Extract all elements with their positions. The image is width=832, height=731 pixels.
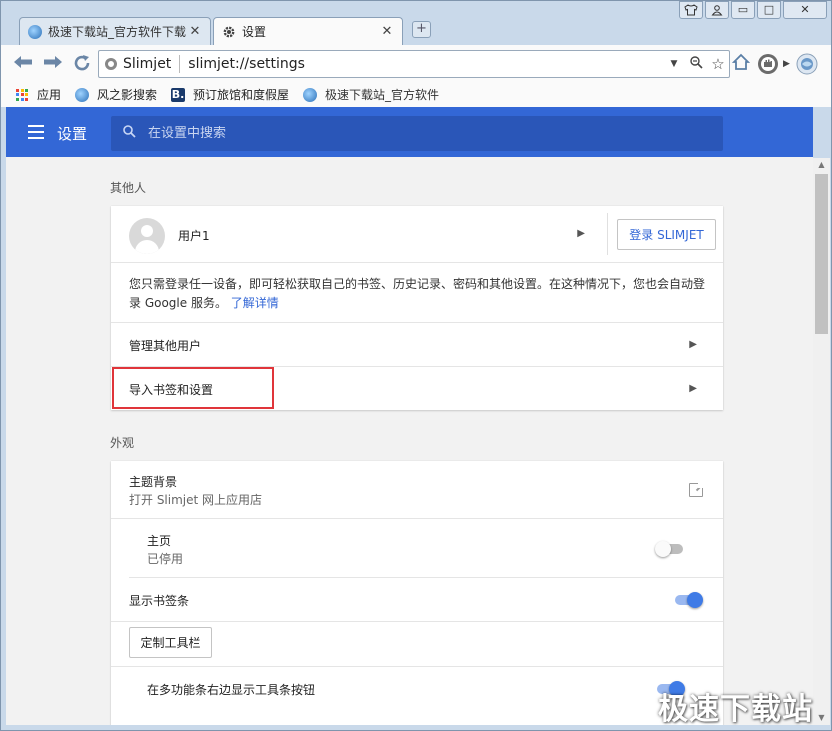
page-scrollbar[interactable]: ▲ ▼ xyxy=(813,158,830,725)
globe-favicon-icon xyxy=(28,24,42,39)
bookmarks-bar-row: 显示书签条 xyxy=(111,578,723,622)
bookmark-fengzhiying[interactable]: 风之影搜索 xyxy=(75,86,157,103)
theme-label: 主题背景 xyxy=(129,475,178,489)
bookmark-booking[interactable]: B. 预订旅馆和度假屋 xyxy=(171,86,289,103)
bookmark-apps[interactable]: 应用 xyxy=(15,86,61,103)
settings-page: 设置 其他人 用户1 ▶ 登录 SLIMJET 您只需登录任一设备，即可轻松获取… xyxy=(6,107,813,725)
profile-row[interactable]: 用户1 ▶ 登录 SLIMJET xyxy=(111,206,723,263)
theme-sublabel: 打开 Slimjet 网上应用店 xyxy=(129,493,263,507)
tab-title: 设置 xyxy=(242,25,267,39)
bookmark-label: 应用 xyxy=(37,88,62,102)
section-title-people: 其他人 xyxy=(110,181,147,195)
booking-b-icon: B. xyxy=(171,87,186,102)
globe-icon xyxy=(75,87,90,102)
home-sublabel: 已停用 xyxy=(147,552,184,566)
wrench-globe-icon[interactable] xyxy=(796,53,818,80)
chevron-right-icon: ▶ xyxy=(689,383,697,394)
tab-close-icon[interactable]: ✕ xyxy=(188,24,202,39)
site-name: Slimjet xyxy=(123,56,172,72)
highlight-box xyxy=(112,367,274,409)
blocker-icon[interactable] xyxy=(757,53,779,80)
theme-row[interactable]: 主题背景 打开 Slimjet 网上应用店 xyxy=(111,461,723,519)
manage-users-label: 管理其他用户 xyxy=(129,339,202,353)
learn-more-link[interactable]: 了解详情 xyxy=(231,296,279,310)
scroll-down-arrow-icon[interactable]: ▼ xyxy=(813,711,830,725)
manage-users-row[interactable]: 管理其他用户 ▶ xyxy=(111,323,723,367)
gear-icon xyxy=(222,25,236,39)
dropdown-caret-icon[interactable]: ▼ xyxy=(663,59,685,69)
zoom-icon[interactable] xyxy=(685,55,707,73)
signin-description-row: 您只需登录任一设备，即可轻松获取自己的书签、历史记录、密码和其他设置。在这种情况… xyxy=(111,263,723,323)
scroll-thumb[interactable] xyxy=(815,174,828,334)
home-icon[interactable] xyxy=(731,53,751,76)
tab-close-icon[interactable]: ✕ xyxy=(380,24,394,39)
back-arrow-icon[interactable] xyxy=(13,54,33,74)
bookmarks-bar: 应用 风之影搜索 B. 预订旅馆和度假屋 极速下载站_官方软件 xyxy=(1,82,831,107)
apps-grid-icon xyxy=(15,88,29,102)
settings-header: 设置 xyxy=(6,107,813,157)
avatar xyxy=(129,218,165,254)
bookmarks-bar-label: 显示书签条 xyxy=(129,594,190,608)
search-input[interactable] xyxy=(148,126,708,141)
tab-settings[interactable]: 设置 ✕ xyxy=(213,17,403,45)
slimjet-site-icon xyxy=(105,58,117,70)
watermark: 极速下载站 xyxy=(658,692,813,727)
close-window-button[interactable]: ✕ xyxy=(783,1,827,19)
scroll-up-arrow-icon[interactable]: ▲ xyxy=(813,158,830,172)
reload-icon[interactable] xyxy=(73,54,91,76)
external-link-icon[interactable] xyxy=(689,482,704,497)
bookmark-star-icon[interactable]: ☆ xyxy=(707,55,729,73)
page-title: 设置 xyxy=(57,125,88,143)
search-icon xyxy=(123,125,136,142)
divider xyxy=(179,55,181,73)
section-title-appearance: 外观 xyxy=(110,436,135,450)
address-bar[interactable]: Slimjet slimjet://settings ▼ ☆ xyxy=(98,50,730,78)
new-tab-button[interactable]: + xyxy=(412,21,431,38)
maximize-button[interactable]: □ xyxy=(757,1,781,19)
appearance-card: 主题背景 打开 Slimjet 网上应用店 主页 已停用 显示书签条 定制工具栏… xyxy=(111,461,723,725)
navigation-toolbar: Slimjet slimjet://settings ▼ ☆ ▶ xyxy=(1,45,831,82)
browser-window: 极速下载站_官方软件下载 ✕ 设置 ✕ + ▭ □ ✕ Slimjet slim… xyxy=(0,0,832,731)
chevron-right-icon: ▶ xyxy=(689,339,697,350)
signin-description: 您只需登录任一设备，即可轻松获取自己的书签、历史记录、密码和其他设置。在这种情况… xyxy=(129,277,706,310)
signin-button[interactable]: 登录 SLIMJET xyxy=(617,219,716,250)
divider xyxy=(607,213,608,255)
tab-download-site[interactable]: 极速下载站_官方软件下载 ✕ xyxy=(19,17,211,45)
tab-title: 极速下载站_官方软件下载 xyxy=(48,25,187,39)
tab-strip: 极速下载站_官方软件下载 ✕ 设置 ✕ + ▭ □ ✕ xyxy=(1,1,831,45)
more-caret-icon[interactable]: ▶ xyxy=(783,59,790,69)
user-name: 用户1 xyxy=(178,229,210,243)
hamburger-menu-icon[interactable] xyxy=(28,125,44,139)
home-row: 主页 已停用 xyxy=(129,519,723,578)
bookmark-label: 风之影搜索 xyxy=(97,88,158,102)
customize-toolbar-row: 定制工具栏 xyxy=(111,622,723,667)
home-label: 主页 xyxy=(147,534,172,548)
toolbar-buttons-label: 在多功能条右边显示工具条按钮 xyxy=(147,683,316,697)
bookmarks-bar-toggle[interactable] xyxy=(675,592,703,608)
settings-search[interactable] xyxy=(111,116,723,151)
minimize-button[interactable]: ▭ xyxy=(731,1,755,19)
skin-icon[interactable] xyxy=(679,1,703,19)
bookmark-label: 预订旅馆和度假屋 xyxy=(193,88,290,102)
home-toggle[interactable] xyxy=(655,541,685,557)
url-text[interactable]: slimjet://settings xyxy=(188,56,663,72)
bookmark-download-site[interactable]: 极速下载站_官方软件 xyxy=(303,86,439,103)
globe-icon xyxy=(303,87,318,102)
forward-arrow-icon[interactable] xyxy=(43,54,63,74)
toolbar-buttons-row: 在多功能条右边显示工具条按钮 xyxy=(129,667,723,715)
window-controls: ▭ □ ✕ xyxy=(679,1,827,19)
user-icon[interactable] xyxy=(705,1,729,19)
customize-toolbar-button[interactable]: 定制工具栏 xyxy=(129,627,212,658)
bookmark-label: 极速下载站_官方软件 xyxy=(325,88,440,102)
chevron-right-icon: ▶ xyxy=(577,228,585,239)
